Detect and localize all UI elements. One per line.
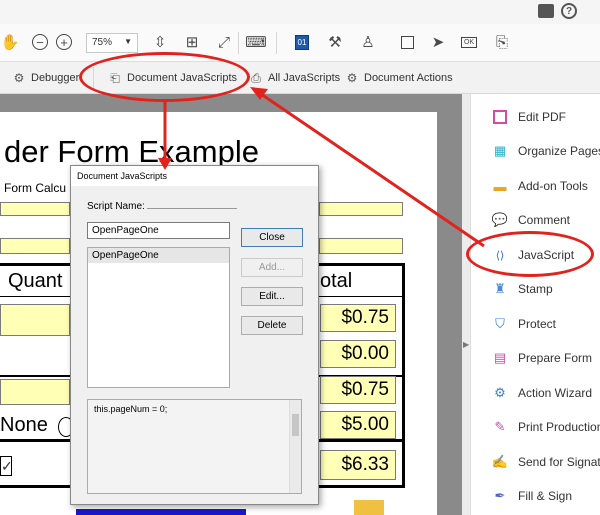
arrow-to-toolbar — [260, 92, 485, 248]
annotation-arrows — [158, 87, 485, 248]
arrow-down-head — [158, 158, 172, 170]
